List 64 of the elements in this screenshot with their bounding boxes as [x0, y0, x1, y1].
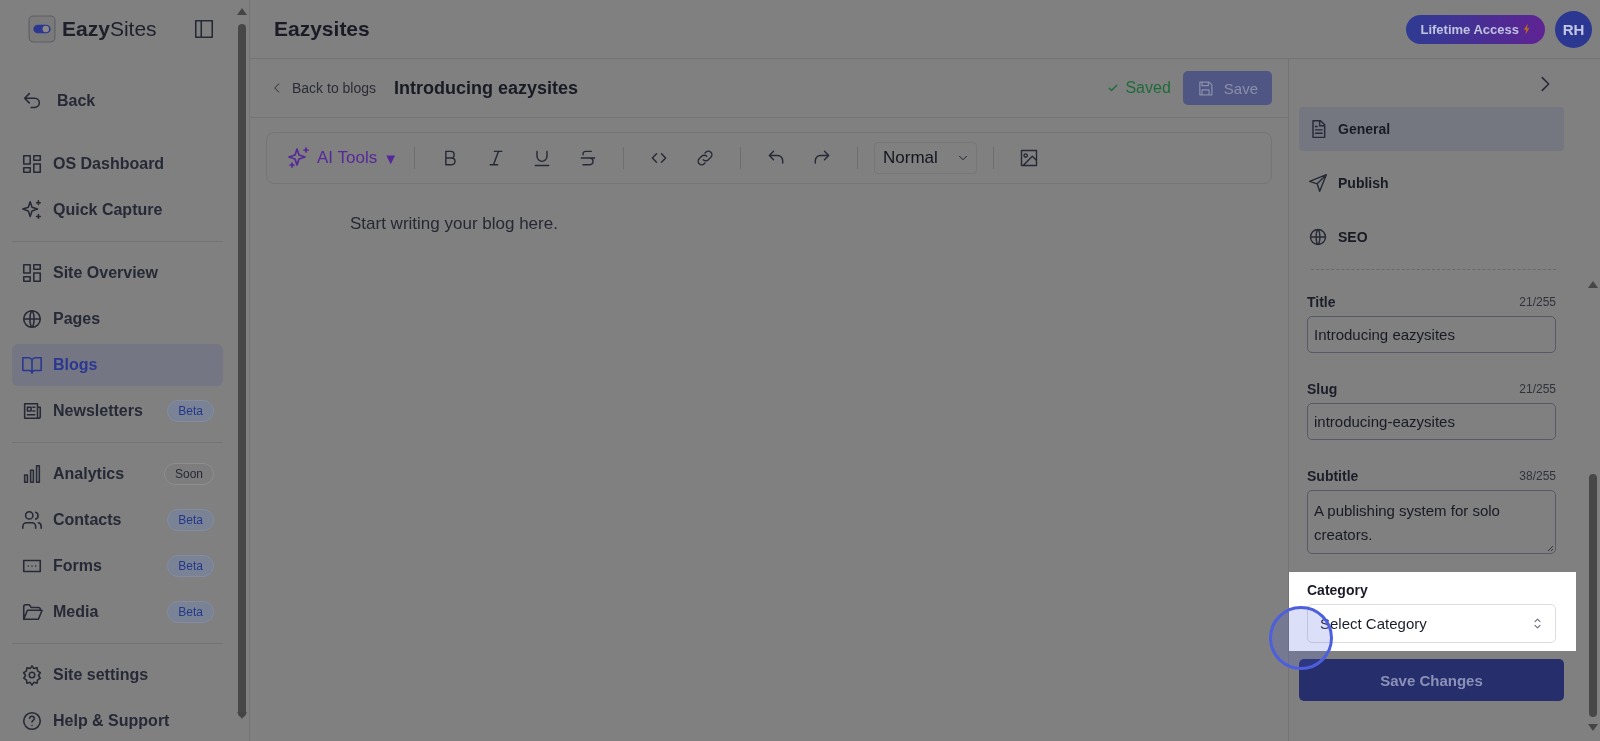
folder-icon — [21, 601, 43, 623]
sidebar-item[interactable]: Site Overview — [12, 252, 223, 294]
sparkles-icon — [21, 199, 43, 221]
sidebar-item[interactable]: Media Beta — [12, 591, 223, 633]
text-field[interactable]: introducing-eazysites — [1307, 403, 1556, 440]
lightning-icon — [1523, 23, 1531, 35]
sidebar-item[interactable]: Help & Support — [12, 700, 223, 741]
save-button[interactable]: Save — [1182, 71, 1272, 105]
field-label: Subtitle — [1307, 468, 1359, 484]
image-icon[interactable] — [1018, 148, 1039, 168]
check-icon — [1107, 82, 1120, 94]
status-badge: Beta — [167, 509, 214, 531]
send-icon — [1308, 173, 1328, 193]
globe-icon — [21, 308, 43, 330]
bar-chart-icon — [21, 463, 43, 485]
field-label: Category — [1307, 582, 1368, 598]
newspaper-icon — [21, 400, 43, 422]
panel-tab[interactable]: SEO — [1299, 215, 1564, 259]
character-count: 21/255 — [1519, 382, 1556, 396]
back-link[interactable]: Back — [12, 83, 223, 119]
globe-icon — [1308, 227, 1328, 247]
sidebar-toggle-icon[interactable] — [193, 18, 215, 40]
post-title: Introducing eazysites — [394, 77, 579, 99]
ai-tools-button[interactable]: AI Tools ▼ — [287, 146, 399, 170]
status-badge: Beta — [167, 555, 214, 577]
sidebar-item[interactable]: Blogs — [12, 344, 223, 386]
sidebar-item[interactable]: Forms Beta — [12, 545, 223, 587]
field-label: Title — [1307, 294, 1336, 310]
text-style-dropdown[interactable]: Normal — [874, 142, 977, 174]
sidebar-item[interactable]: Analytics Soon — [12, 453, 223, 495]
text-field[interactable]: Introducing eazysites — [1307, 316, 1556, 353]
panel-tab[interactable]: Publish — [1299, 161, 1564, 205]
brand-name: EazySites — [62, 17, 157, 41]
sidebar-item[interactable]: Contacts Beta — [12, 499, 223, 541]
book-icon — [21, 354, 43, 376]
user-avatar[interactable]: RH — [1555, 10, 1592, 48]
status-badge: Beta — [167, 400, 214, 422]
dashboard-icon — [21, 153, 43, 175]
character-count: 38/255 — [1519, 469, 1556, 483]
text-area[interactable]: A publishing system for solo creators. — [1307, 490, 1556, 554]
dashboard-icon — [21, 262, 43, 284]
link-icon[interactable] — [695, 148, 716, 168]
status-badge: Soon — [163, 463, 214, 485]
users-icon — [21, 509, 43, 531]
sidebar-item[interactable]: Pages — [12, 298, 223, 340]
plan-badge[interactable]: Lifetime Access — [1406, 14, 1545, 44]
character-count: 21/255 — [1519, 295, 1556, 309]
save-changes-button[interactable]: Save Changes — [1299, 659, 1564, 701]
sidebar-item[interactable]: Site settings — [12, 654, 223, 696]
panel-tab[interactable]: General — [1299, 107, 1564, 151]
help-icon — [21, 710, 43, 732]
status-badge: Beta — [167, 601, 214, 623]
page-title: Eazysites — [274, 17, 370, 41]
back-link[interactable]: Back to blogs — [270, 80, 377, 96]
field-label: Slug — [1307, 381, 1338, 397]
sidebar-item[interactable]: OS Dashboard — [12, 143, 223, 185]
sidebar-item[interactable]: Newsletters Beta — [12, 390, 223, 432]
settings-icon — [21, 664, 43, 686]
sidebar-item[interactable]: Quick Capture — [12, 189, 223, 231]
resize-handle-icon[interactable] — [1546, 544, 1554, 552]
logo-icon — [28, 15, 56, 43]
editor-placeholder[interactable]: Start writing your blog here. — [350, 214, 558, 233]
sparkles-icon — [287, 146, 311, 170]
save-status: Saved — [1107, 79, 1171, 97]
